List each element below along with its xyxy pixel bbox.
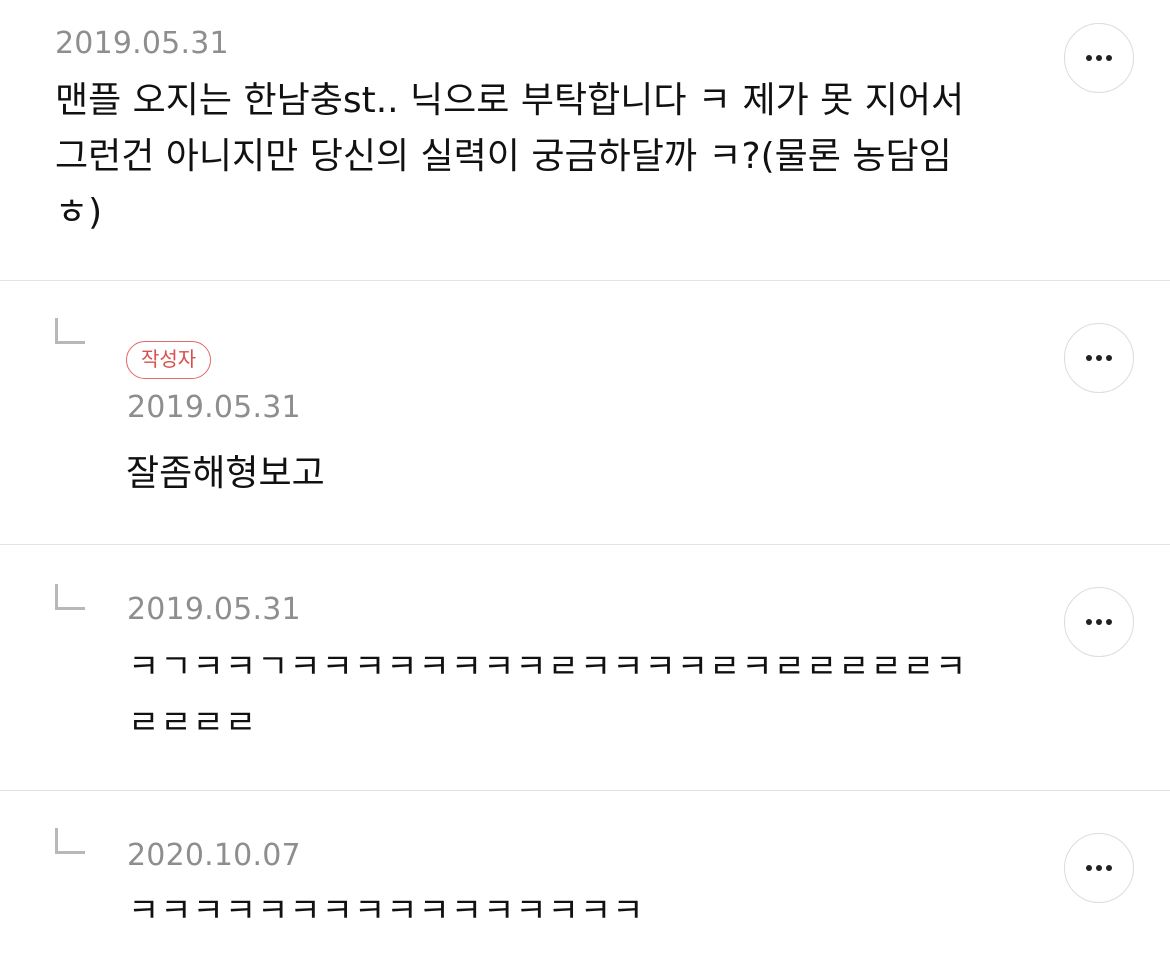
comment-date: 2019.05.31: [55, 26, 229, 61]
more-options-button[interactable]: [1064, 23, 1134, 93]
more-options-button[interactable]: [1064, 833, 1134, 903]
reply-item: 2020.10.07 ㅋㅋㅋㅋㅋㅋㅋㅋㅋㅋㅋㅋㅋㅋㅋㅋ: [0, 791, 1170, 969]
comment-date: 2020.10.07: [127, 838, 301, 873]
more-horizontal-icon: [1086, 355, 1112, 361]
comment-text: 잘좀해형보고: [126, 453, 325, 494]
comment-text: ㅋㄱㅋㅋㄱㅋㅋㅋㅋㅋㅋㅋㅋㄹㅋㅋㅋㅋㄹㅋㄹㄹㄹㄹㄹㅋ ㄹㄹㄹㄹ: [128, 647, 968, 743]
more-horizontal-icon: [1086, 865, 1112, 871]
author-badge: 작성자: [126, 341, 212, 379]
more-options-button[interactable]: [1064, 587, 1134, 657]
more-horizontal-icon: [1086, 619, 1112, 625]
comment-date: 2019.05.31: [127, 390, 301, 425]
comment-text: ㅋㅋㅋㅋㅋㅋㅋㅋㅋㅋㅋㅋㅋㅋㅋㅋ: [128, 891, 645, 931]
comment-item: 2019.05.31 맨플 오지는 한남충st.. 닉으로 부탁합니다 ㅋ 제가…: [0, 0, 1170, 280]
more-horizontal-icon: [1086, 55, 1112, 61]
reply-arrow-icon: [55, 584, 85, 610]
reply-arrow-icon: [55, 828, 85, 854]
comment-date: 2019.05.31: [127, 592, 301, 627]
reply-arrow-icon: [55, 318, 85, 344]
reply-item: 2019.05.31 ㅋㄱㅋㅋㄱㅋㅋㅋㅋㅋㅋㅋㅋㄹㅋㅋㅋㅋㄹㅋㄹㄹㄹㄹㄹㅋ ㄹㄹ…: [0, 545, 1170, 790]
more-options-button[interactable]: [1064, 323, 1134, 393]
reply-item: 작성자 2019.05.31 잘좀해형보고: [0, 281, 1170, 544]
comment-text: 맨플 오지는 한남충st.. 닉으로 부탁합니다 ㅋ 제가 못 지어서 그런건 …: [55, 80, 965, 233]
